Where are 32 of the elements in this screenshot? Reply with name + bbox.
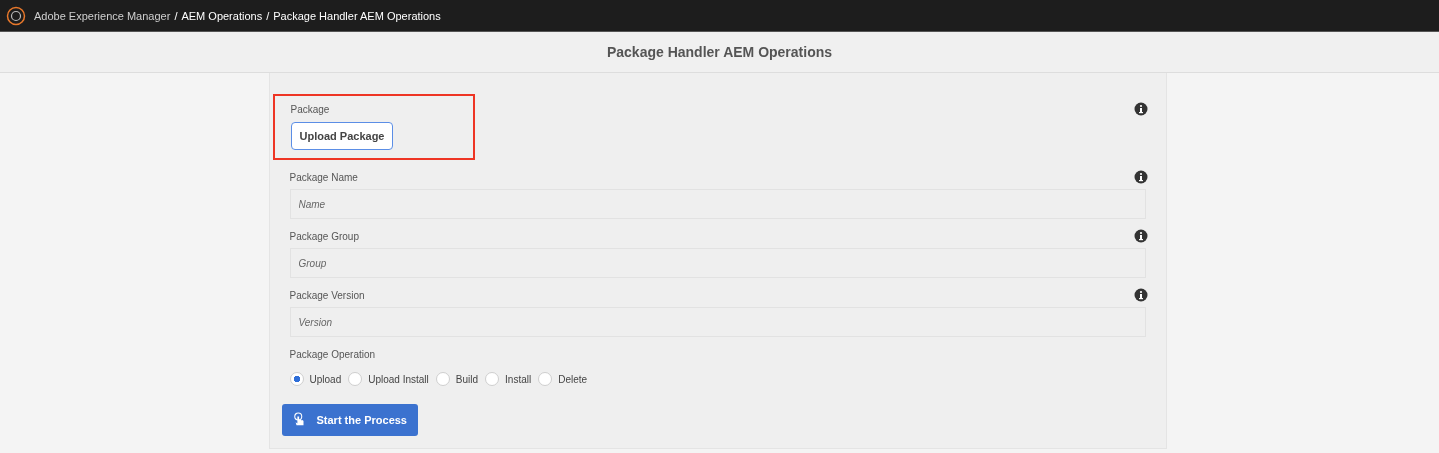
field-label: Package Group xyxy=(289,230,359,242)
text-input[interactable]: Version xyxy=(289,307,1146,337)
radio-label[interactable]: Install xyxy=(505,373,532,385)
radio-button[interactable] xyxy=(435,372,450,386)
info-icon[interactable] xyxy=(1133,288,1148,302)
start-button[interactable]: Start the Process xyxy=(281,404,418,436)
info-icon[interactable] xyxy=(1133,102,1148,116)
radio-button[interactable] xyxy=(485,372,500,386)
field-label: Package xyxy=(290,104,331,115)
radio-label[interactable]: Delete xyxy=(558,373,588,385)
breadcrumb-separator: / xyxy=(174,9,178,22)
breadcrumb-item[interactable]: Adobe Experience Manager xyxy=(34,9,171,22)
pointer-hand-icon xyxy=(292,412,307,428)
logo-icon xyxy=(6,5,26,26)
breadcrumb-item[interactable]: AEM Operations xyxy=(181,9,263,22)
page-title: Package Handler AEM Operations xyxy=(606,44,833,60)
field-label: Package Version xyxy=(289,289,365,301)
radio-button[interactable] xyxy=(289,372,304,386)
field-label: Package Name xyxy=(289,171,358,183)
text-input[interactable]: Name xyxy=(289,189,1146,219)
field-label: Package Operation xyxy=(289,349,377,360)
radio-button[interactable] xyxy=(348,372,363,386)
breadcrumb-item[interactable]: Package Handler AEM Operations xyxy=(273,9,441,22)
upload-button[interactable]: Upload Package xyxy=(290,122,394,150)
breadcrumb-separator: / xyxy=(266,9,270,22)
info-icon[interactable] xyxy=(1133,170,1148,184)
radio-label[interactable]: Upload xyxy=(309,373,342,385)
radio-button[interactable] xyxy=(538,372,553,386)
text-input[interactable]: Group xyxy=(289,248,1146,278)
radio-label[interactable]: Upload Install xyxy=(368,373,429,385)
radio-label[interactable]: Build xyxy=(455,373,479,385)
info-icon[interactable] xyxy=(1133,229,1148,243)
